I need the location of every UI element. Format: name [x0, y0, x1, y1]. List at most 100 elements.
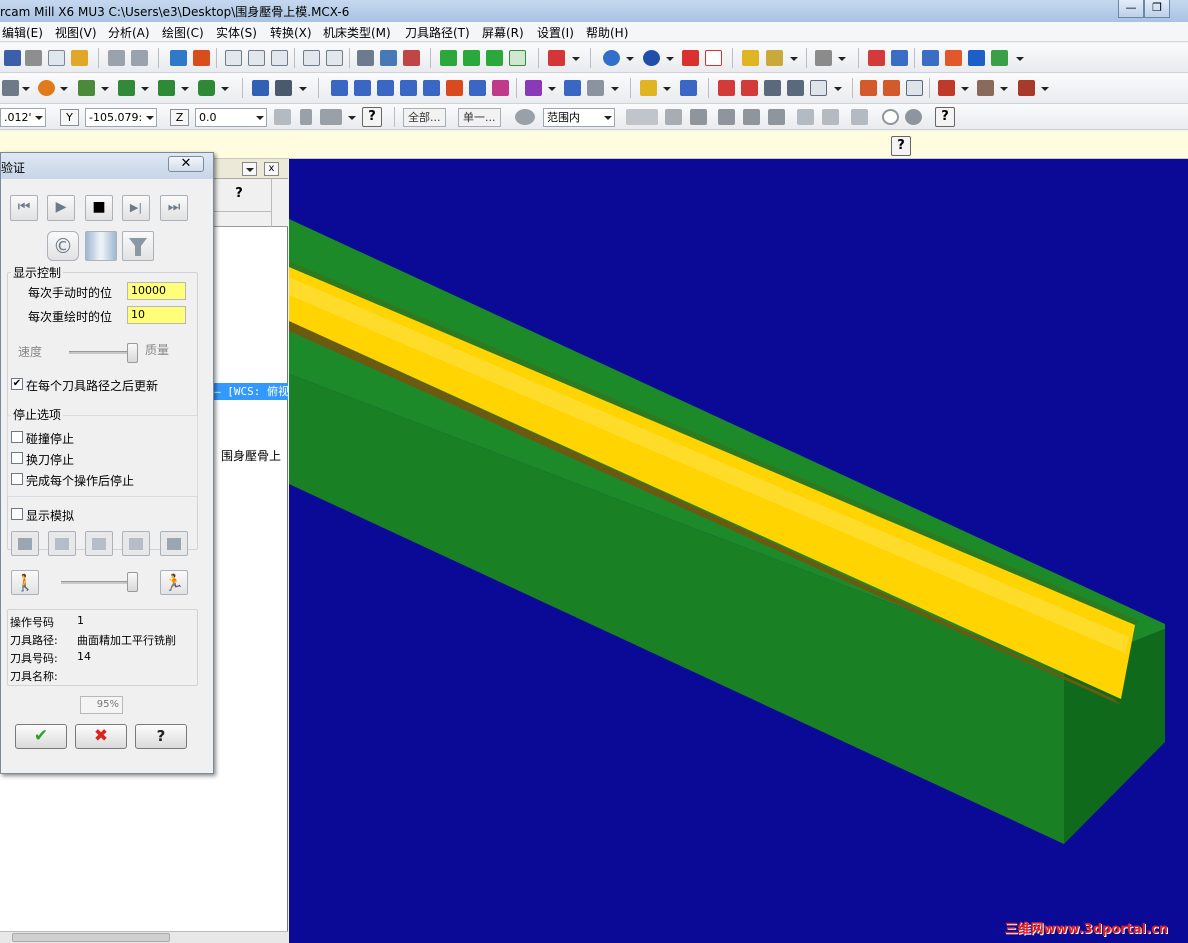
rewind-button[interactable]: ⏮ — [10, 195, 38, 221]
ok-button[interactable]: ✔ — [15, 724, 67, 749]
fast-point-icon[interactable] — [274, 109, 291, 125]
dimension-icon[interactable] — [680, 80, 697, 96]
hex-window-icon[interactable] — [768, 109, 785, 125]
layers-icon[interactable] — [891, 50, 908, 66]
chevron-down-icon[interactable] — [611, 87, 619, 91]
shade-wire-icon[interactable] — [440, 50, 457, 66]
menu-screen[interactable]: 屏幕(R) — [482, 24, 524, 41]
mirror-icon[interactable] — [922, 50, 939, 66]
analyze-icon[interactable] — [945, 50, 962, 66]
shade-full-icon[interactable] — [486, 50, 503, 66]
shade-outline-icon[interactable] — [509, 50, 526, 66]
redo-icon[interactable] — [131, 50, 148, 66]
chevron-down-icon[interactable] — [221, 87, 229, 91]
chevron-down-icon[interactable] — [961, 87, 969, 91]
restore-button[interactable]: ❐ — [1144, 0, 1170, 18]
sum-icon[interactable] — [968, 50, 985, 66]
pencil-icon[interactable] — [742, 50, 759, 66]
xform-translate-icon[interactable] — [331, 80, 348, 96]
chevron-down-icon[interactable] — [22, 87, 30, 91]
tree-item-wcs[interactable]: — [WCS: 俯视 — [212, 383, 288, 400]
chart-button[interactable] — [85, 531, 113, 556]
manual-step-input[interactable]: 10000 — [127, 282, 186, 300]
arc-icon[interactable] — [78, 80, 95, 96]
cylinder-icon[interactable] — [198, 80, 215, 96]
gear-edit-icon[interactable] — [787, 80, 804, 96]
menu-toolpaths[interactable]: 刀具路径(T) — [405, 24, 470, 41]
dialog-close-button[interactable]: ✕ — [168, 156, 204, 172]
zoom-out-icon[interactable] — [303, 50, 320, 66]
selection-mode-icon[interactable] — [626, 109, 658, 125]
table-icon[interactable] — [718, 80, 735, 96]
chevron-down-icon[interactable] — [1041, 87, 1049, 91]
cube-view-icon[interactable] — [548, 50, 565, 66]
z-label-button[interactable]: Z — [170, 109, 189, 126]
slow-button[interactable]: 🚶 — [11, 570, 39, 595]
step-forward-button[interactable]: ▶| — [122, 195, 150, 221]
pointer-icon[interactable] — [665, 109, 682, 125]
cancel-button[interactable]: ✖ — [75, 724, 127, 749]
surface-icon[interactable] — [860, 80, 877, 96]
chevron-down-icon[interactable] — [348, 116, 356, 120]
all-button[interactable]: 全部... — [403, 108, 446, 127]
chevron-down-icon[interactable] — [1016, 57, 1024, 61]
xform-rotate-icon[interactable] — [354, 80, 371, 96]
wireframe-box-icon[interactable] — [906, 80, 923, 96]
chevron-down-icon[interactable] — [834, 87, 842, 91]
model-icon-button[interactable] — [11, 531, 39, 556]
chevron-down-icon[interactable] — [663, 87, 671, 91]
arrow-right-icon[interactable] — [587, 80, 604, 96]
single-button[interactable]: 单一... — [458, 108, 501, 127]
point-icon[interactable] — [38, 80, 55, 96]
tool-display-button[interactable] — [85, 231, 117, 261]
select-icon[interactable] — [170, 50, 187, 66]
chevron-down-icon[interactable] — [626, 57, 634, 61]
chevron-down-icon[interactable] — [181, 87, 189, 91]
chevron-down-icon[interactable] — [101, 87, 109, 91]
xform-array-icon[interactable] — [469, 80, 486, 96]
save-icon[interactable] — [4, 50, 21, 66]
prompt-help-button[interactable]: ? — [891, 136, 911, 156]
selection-mask-icon[interactable] — [515, 109, 535, 125]
sphere-icon[interactable] — [643, 50, 660, 66]
range-dropdown[interactable]: 范围内 — [543, 108, 615, 127]
stock-icon[interactable] — [1018, 80, 1035, 96]
solid-extrude-icon[interactable] — [938, 80, 955, 96]
chevron-down-icon[interactable] — [572, 57, 580, 61]
chevron-down-icon[interactable] — [60, 87, 68, 91]
xform-stretch-icon[interactable] — [492, 80, 509, 96]
menu-edit[interactable]: 编辑(E) — [2, 24, 43, 41]
hex-select-icon[interactable] — [718, 109, 735, 125]
menu-settings[interactable]: 设置(I) — [537, 24, 574, 41]
undo-icon[interactable] — [108, 50, 125, 66]
speed-quality-slider-thumb[interactable] — [127, 343, 138, 363]
query-icon[interactable] — [868, 50, 885, 66]
x-coordinate-field[interactable]: .012' — [0, 108, 46, 127]
compare-button[interactable] — [48, 531, 76, 556]
hex-chain-icon[interactable] — [743, 109, 760, 125]
list-icon[interactable] — [741, 80, 758, 96]
toolpath-display-icon[interactable] — [380, 50, 397, 66]
stop-on-collision-checkbox[interactable] — [11, 431, 23, 443]
zoom-half-icon[interactable] — [326, 50, 343, 66]
chevron-down-icon[interactable] — [790, 57, 798, 61]
panel-close-button[interactable]: x — [264, 162, 279, 176]
chevron-down-icon[interactable] — [1000, 87, 1008, 91]
box-icon[interactable] — [810, 80, 827, 96]
help-button[interactable]: ? — [362, 107, 382, 127]
panel-menu-button[interactable] — [242, 162, 257, 176]
chevron-down-icon[interactable] — [299, 87, 307, 91]
menu-xform[interactable]: 转换(X) — [270, 24, 312, 41]
chevron-down-icon[interactable] — [141, 87, 149, 91]
exit-icon[interactable] — [991, 50, 1008, 66]
menu-create[interactable]: 绘图(C) — [162, 24, 204, 41]
xform-scale-icon[interactable] — [400, 80, 417, 96]
solid-fillet-icon[interactable] — [977, 80, 994, 96]
xform-offset-icon[interactable] — [423, 80, 440, 96]
horizontal-scrollbar[interactable] — [0, 931, 288, 943]
grid-icon[interactable] — [564, 80, 581, 96]
exclamation-icon[interactable] — [300, 109, 312, 125]
stop-button[interactable]: ■ — [85, 195, 113, 221]
xform-mirror-icon[interactable] — [377, 80, 394, 96]
scrollbar-thumb[interactable] — [12, 933, 170, 942]
